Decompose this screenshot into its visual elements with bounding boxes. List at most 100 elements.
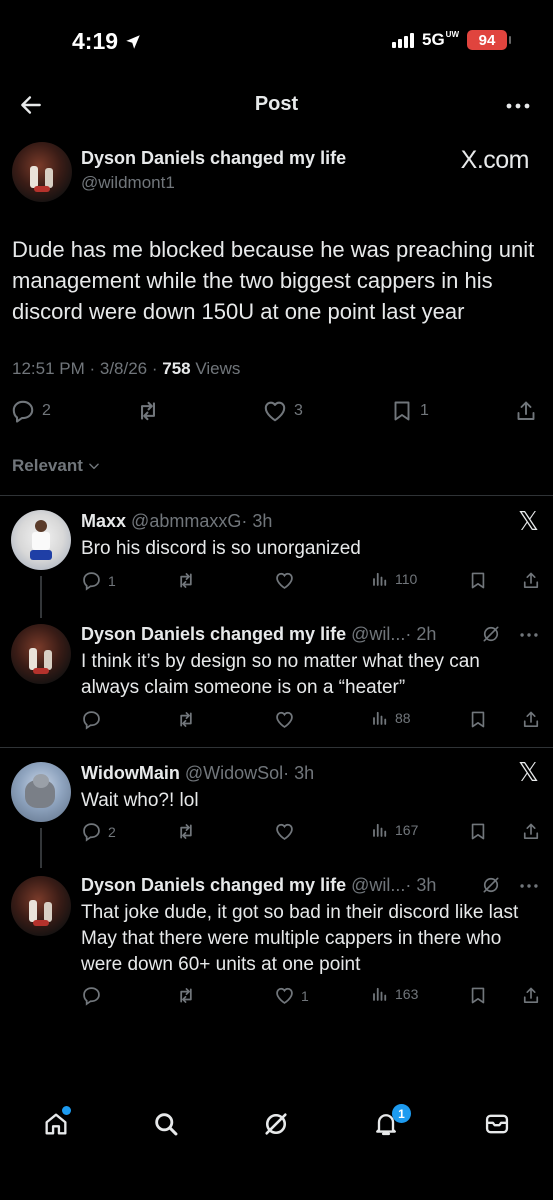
like-button[interactable]: 1 (274, 985, 309, 1006)
grok-button[interactable] (481, 875, 501, 895)
like-button[interactable] (274, 821, 301, 842)
share-button[interactable] (521, 985, 541, 1006)
divider (0, 747, 553, 748)
home-unread-dot (62, 1106, 71, 1115)
bookmark-icon (394, 401, 410, 421)
repost-icon (141, 401, 155, 421)
reply-header: Dyson Daniels changed my life @wil...· 2… (81, 624, 436, 645)
reply-time: · 2h (405, 624, 437, 644)
bookmark-button[interactable] (468, 570, 488, 591)
thread-line (40, 828, 42, 868)
sort-replies-dropdown[interactable]: Relevant (12, 456, 101, 476)
reply-time: · 3h (241, 511, 273, 531)
share-icon (523, 572, 539, 588)
more-icon (506, 103, 530, 109)
repost-icon (180, 988, 192, 1003)
reply-button[interactable] (81, 985, 108, 1006)
reply-button[interactable]: 1 (81, 570, 116, 591)
reply-avatar[interactable] (11, 510, 71, 570)
reply-author-handle[interactable]: @WidowSol (185, 763, 283, 783)
share-button[interactable] (521, 709, 541, 730)
share-button[interactable] (521, 570, 541, 591)
views-button[interactable]: 163 (371, 985, 418, 1003)
reply-button[interactable]: 2 (81, 821, 116, 842)
thread-line (40, 576, 42, 618)
tab-search[interactable] (152, 1110, 180, 1138)
reply-header: Maxx @abmmaxxG· 3h (81, 511, 272, 532)
reply-avatar[interactable] (11, 624, 71, 684)
reply-button[interactable] (81, 709, 108, 730)
x-com-label: X.com (460, 146, 530, 174)
repost-button[interactable] (175, 985, 203, 1006)
repost-button[interactable] (175, 709, 203, 730)
bookmark-button[interactable] (468, 985, 488, 1006)
reply-time: · 3h (283, 763, 315, 783)
more-options-button[interactable] (505, 94, 531, 118)
author-handle[interactable]: @wildmont1 (81, 173, 175, 193)
author-avatar[interactable] (12, 142, 72, 202)
bookmark-button[interactable] (468, 821, 488, 842)
author-name[interactable]: Dyson Daniels changed my life (81, 148, 346, 169)
reply-button[interactable]: 2 (10, 398, 51, 424)
reply-icon (83, 823, 100, 842)
sort-label: Relevant (12, 456, 83, 475)
tab-grok[interactable] (262, 1110, 290, 1138)
reply-author-handle[interactable]: @wil... (351, 624, 405, 644)
repost-button[interactable] (134, 398, 168, 424)
like-button[interactable] (274, 570, 301, 591)
reply-header: WidowMain @WidowSol· 3h (81, 763, 314, 784)
reply-icon (83, 987, 100, 1006)
views-button[interactable]: 167 (371, 821, 418, 839)
cellular-signal-icon (391, 32, 414, 48)
post-text: Dude has me blocked because he was preac… (12, 237, 535, 324)
views-icon (373, 711, 387, 725)
tab-notifications[interactable]: 1 (372, 1104, 411, 1138)
post-action-bar: 2 3 1 (10, 398, 540, 426)
views-icon (373, 987, 387, 1001)
post-views-count[interactable]: 758 (162, 359, 190, 378)
reply-avatar[interactable] (11, 762, 71, 822)
reply-text: I think it’s by design so no matter what… (81, 651, 480, 698)
share-icon (523, 711, 539, 727)
like-button[interactable] (274, 709, 301, 730)
reply-avatar[interactable] (11, 876, 71, 936)
reply-author-handle[interactable]: @abmmaxxG (131, 511, 241, 531)
reply-action-bar: 1 110 (81, 570, 541, 594)
views-button[interactable]: 110 (371, 570, 417, 588)
reply-more-button[interactable] (519, 876, 539, 896)
chevron-down-icon (89, 463, 99, 470)
repost-button[interactable] (175, 570, 203, 591)
repost-button[interactable] (175, 821, 203, 842)
reply-author-name[interactable]: Dyson Daniels changed my life (81, 624, 346, 644)
post-meta: 12:51 PM · 3/8/26 · 758 Views (12, 359, 240, 379)
bookmark-count: 1 (420, 402, 429, 419)
network-type-sup: UW (445, 30, 459, 39)
reply-more-button[interactable] (519, 625, 539, 645)
reply-author-name[interactable]: WidowMain (81, 763, 180, 783)
reply-icon (12, 400, 34, 423)
bookmark-icon (471, 711, 485, 728)
share-button[interactable] (514, 398, 538, 424)
like-icon (276, 572, 293, 589)
tab-messages[interactable] (483, 1110, 511, 1138)
grok-button[interactable] (481, 624, 501, 644)
views-button[interactable]: 88 (371, 709, 411, 727)
like-icon (264, 401, 286, 422)
share-button[interactable] (521, 821, 541, 842)
like-button[interactable]: 3 (262, 398, 303, 424)
reply-icon (83, 711, 100, 730)
status-bar: 4:19 5GUW 94 (0, 0, 553, 80)
reply-author-handle[interactable]: @wil... (351, 875, 405, 895)
reply-time: · 3h (405, 875, 437, 895)
network-type-text: 5G (421, 30, 445, 49)
network-type: 5GUW (422, 30, 459, 50)
reply-action-bar: 88 (81, 709, 541, 733)
bookmark-button[interactable] (468, 709, 488, 730)
grok-icon (483, 626, 499, 642)
reply-author-name[interactable]: Maxx (81, 511, 126, 531)
tab-home[interactable] (42, 1106, 71, 1138)
location-arrow-icon (126, 34, 140, 49)
reply-author-name[interactable]: Dyson Daniels changed my life (81, 875, 346, 895)
bookmark-button[interactable]: 1 (390, 398, 429, 424)
bookmark-icon (471, 987, 485, 1004)
